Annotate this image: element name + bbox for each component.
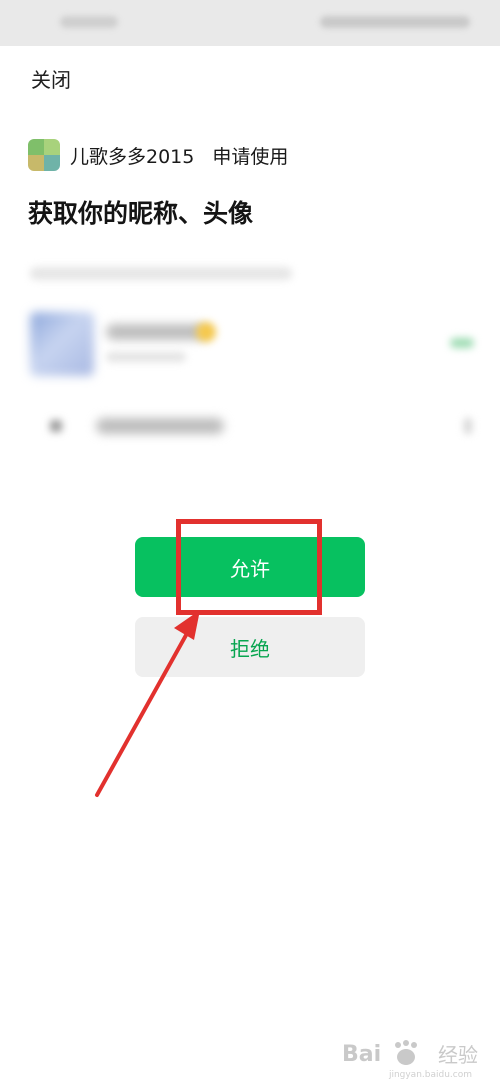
- emoji-icon: [196, 322, 216, 342]
- chevron-right-icon: [464, 418, 472, 434]
- profile-option-row[interactable]: [30, 312, 480, 382]
- profile-nickname-blurred: [106, 324, 206, 340]
- watermark-brand: Bai: [342, 1042, 381, 1067]
- close-button[interactable]: 关闭: [31, 64, 71, 93]
- app-name: 儿歌多多2015: [70, 145, 195, 168]
- plus-icon: [50, 420, 62, 432]
- deny-button[interactable]: 拒绝: [135, 617, 365, 677]
- permission-title: 获取你的昵称、头像: [28, 199, 254, 228]
- profile-subtitle-blurred: [106, 352, 186, 362]
- checkmark-icon: [450, 338, 474, 348]
- app-logo-icon: [28, 139, 60, 171]
- app-request-row: 儿歌多多2015 申请使用: [28, 138, 288, 172]
- baidu-paw-logo-icon: Bai: [342, 1040, 417, 1067]
- watermark-url: jingyan.baidu.com: [388, 1070, 472, 1080]
- add-new-profile-label-blurred: [96, 418, 224, 434]
- allow-button[interactable]: 允许: [135, 537, 365, 597]
- add-new-profile-row[interactable]: [30, 404, 480, 448]
- permission-description-blurred: [30, 267, 292, 280]
- request-text: 申请使用: [212, 145, 289, 168]
- watermark-suffix: 经验: [438, 1042, 478, 1067]
- status-bar: [0, 0, 500, 46]
- status-bar-time-blurred: [60, 16, 118, 28]
- avatar: [30, 312, 94, 376]
- status-bar-icons-blurred: [320, 16, 470, 28]
